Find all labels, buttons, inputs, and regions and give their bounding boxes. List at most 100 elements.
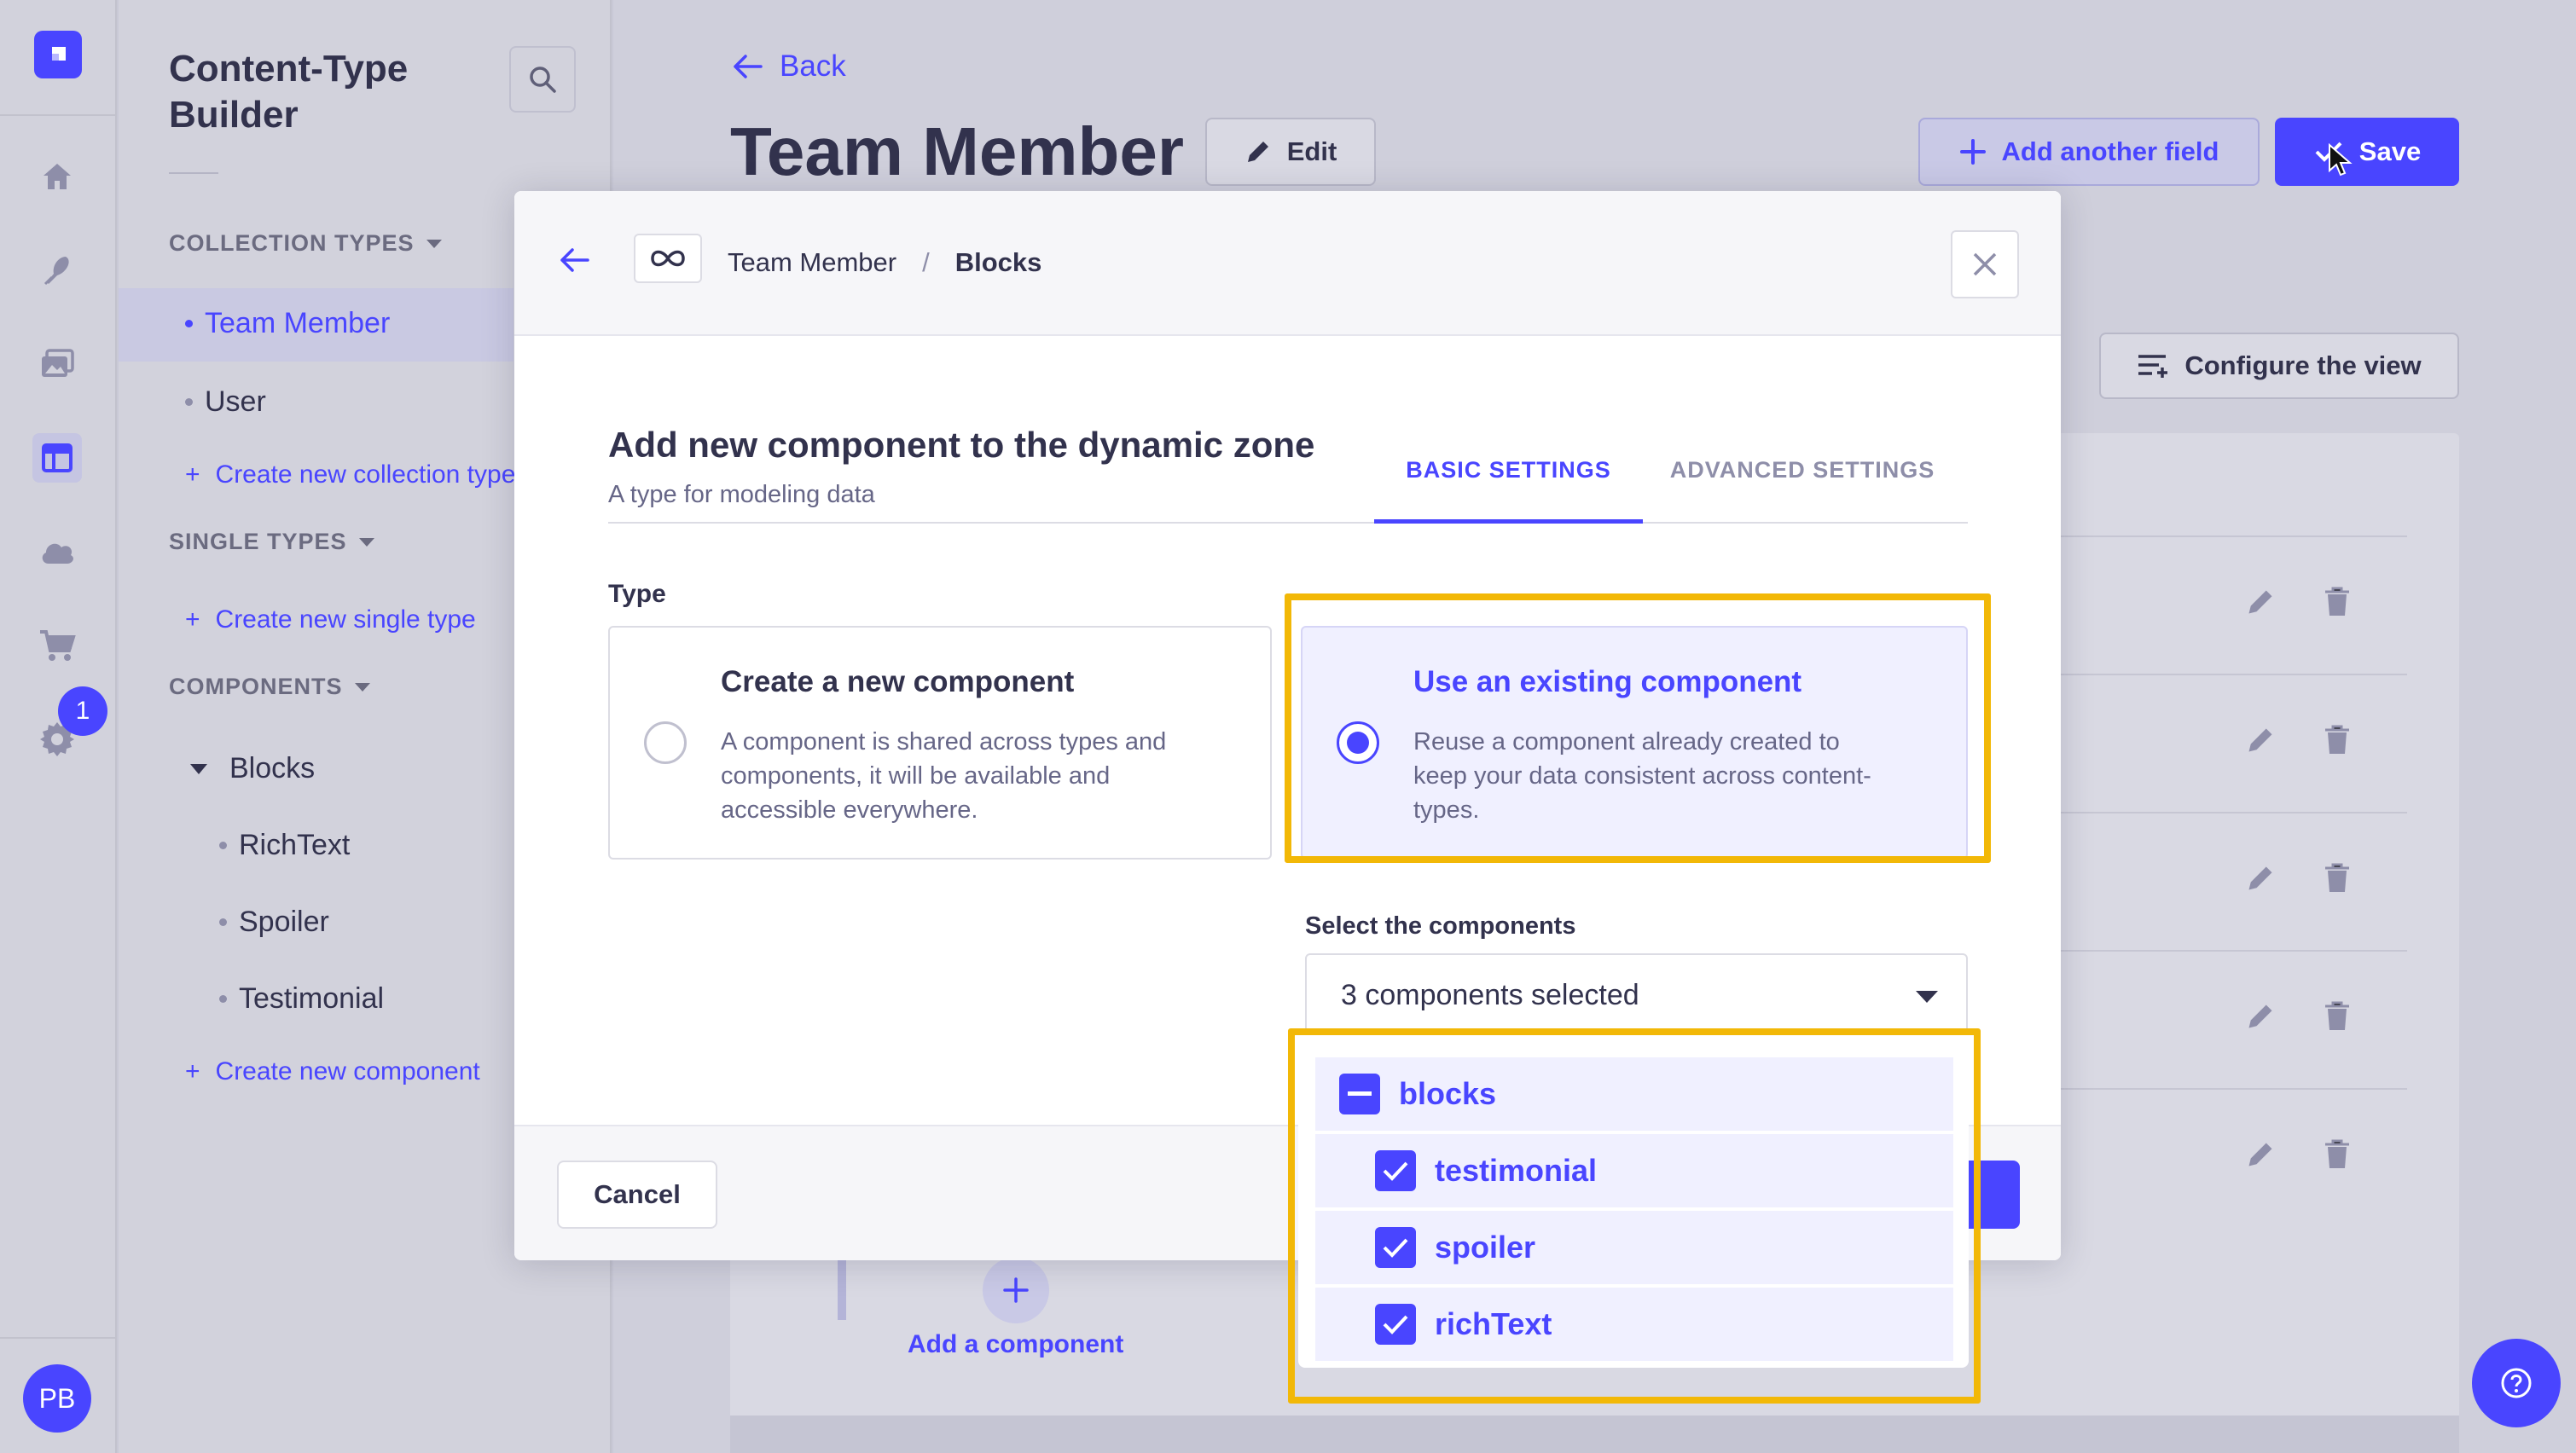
- rail-divider: [0, 114, 117, 116]
- highlight-existing-option: [1285, 593, 1991, 863]
- tab-advanced-settings[interactable]: ADVANCED SETTINGS: [1657, 457, 1947, 524]
- add-component-label[interactable]: Add a component: [908, 1330, 1123, 1359]
- user-avatar[interactable]: PB: [23, 1364, 91, 1433]
- sidebar-item-richtext[interactable]: RichText: [219, 829, 350, 862]
- edit-label: Edit: [1286, 136, 1337, 166]
- single-types-section[interactable]: SINGLE TYPES: [169, 529, 376, 555]
- cancel-button[interactable]: Cancel: [557, 1161, 717, 1229]
- content-type-builder-icon[interactable]: [32, 433, 82, 483]
- app-logo[interactable]: [34, 31, 82, 78]
- create-new-title: Create a new component: [721, 665, 1075, 698]
- caret-down-icon: [190, 763, 207, 774]
- add-component-circle[interactable]: [983, 1257, 1049, 1323]
- bullet-dot: [219, 842, 227, 849]
- arrow-left-icon: [734, 55, 763, 78]
- bullet-dot: [219, 918, 227, 926]
- collection-types-section[interactable]: COLLECTION TYPES: [169, 230, 444, 257]
- collection-types-label: COLLECTION TYPES: [169, 230, 415, 256]
- sidebar-search-button[interactable]: [509, 46, 576, 113]
- edit-row-icon[interactable]: [2245, 587, 2276, 617]
- sidebar-item-team-member[interactable]: Team Member: [185, 307, 390, 340]
- pencil-icon: [1247, 142, 1268, 162]
- sidebar-item-label: Team Member: [205, 307, 391, 339]
- modal-back-button[interactable]: [559, 247, 589, 273]
- edit-row-icon[interactable]: [2245, 863, 2276, 894]
- sidebar-item-testimonial[interactable]: Testimonial: [219, 982, 384, 1016]
- sidebar-item-label: Testimonial: [239, 982, 385, 1015]
- sidebar-title-line2: Builder: [169, 94, 299, 136]
- create-new-radio[interactable]: [644, 721, 687, 764]
- save-button[interactable]: Save: [2275, 118, 2459, 186]
- create-new-description: A component is shared across types and c…: [721, 725, 1166, 827]
- highlight-dropdown-list: [1288, 1028, 1981, 1404]
- bullet-dot: [185, 398, 193, 406]
- trash-icon[interactable]: [2324, 587, 2351, 617]
- create-collection-type-label: Create new collection type: [215, 460, 516, 489]
- select-components-label: Select the components: [1305, 912, 1576, 940]
- breadcrumb-separator: /: [922, 247, 930, 277]
- breadcrumb-parent: Team Member: [728, 247, 897, 277]
- tab-basic-label: BASIC SETTINGS: [1406, 457, 1611, 483]
- caret-down-icon: [358, 537, 374, 547]
- list-settings-icon: [2138, 355, 2168, 378]
- sidebar-item-user[interactable]: User: [185, 385, 266, 419]
- sidebar-item-label: User: [205, 385, 266, 418]
- caret-down-icon: [426, 239, 442, 248]
- tab-advanced-label: ADVANCED SETTINGS: [1669, 457, 1935, 483]
- configure-view-label: Configure the view: [2184, 350, 2422, 380]
- notification-badge: 1: [58, 686, 107, 736]
- create-component-link[interactable]: + Create new component: [185, 1057, 480, 1086]
- caret-down-icon: [1916, 991, 1938, 1003]
- trash-icon[interactable]: [2324, 863, 2351, 894]
- tab-basic-settings[interactable]: BASIC SETTINGS: [1374, 457, 1643, 524]
- sidebar-item-spoiler[interactable]: Spoiler: [219, 906, 329, 939]
- modal-breadcrumb: Team Member / Blocks: [728, 247, 1041, 278]
- sidebar-item-label: RichText: [239, 829, 351, 861]
- bullet-dot: [219, 995, 227, 1003]
- component-group-blocks[interactable]: Blocks: [189, 752, 315, 785]
- trash-icon[interactable]: [2324, 1139, 2351, 1170]
- trash-icon[interactable]: [2324, 725, 2351, 755]
- add-another-field-button[interactable]: Add another field: [1918, 118, 2260, 186]
- edit-row-icon[interactable]: [2245, 1139, 2276, 1170]
- cloud-icon[interactable]: [32, 527, 82, 576]
- content-manager-icon[interactable]: [32, 246, 82, 295]
- bullet-dot: [185, 320, 193, 327]
- caret-down-icon: [354, 682, 370, 692]
- close-icon: [1973, 252, 1997, 276]
- close-button[interactable]: [1951, 230, 2019, 298]
- components-section[interactable]: COMPONENTS: [169, 674, 372, 700]
- home-icon[interactable]: [32, 152, 82, 201]
- create-new-component-option[interactable]: Create a new component A component is sh…: [608, 626, 1272, 860]
- help-button[interactable]: [2472, 1339, 2561, 1427]
- create-component-label: Create new component: [215, 1057, 480, 1085]
- create-single-type-label: Create new single type: [215, 605, 476, 634]
- edit-row-icon[interactable]: [2245, 725, 2276, 755]
- modal-subtitle: A type for modeling data: [608, 481, 875, 508]
- dynamic-zone-infinity-icon: [634, 234, 702, 283]
- edit-button[interactable]: Edit: [1205, 118, 1376, 186]
- desc-line: accessible everywhere.: [721, 796, 978, 824]
- back-link[interactable]: Back: [732, 49, 846, 84]
- plus-icon: +: [185, 605, 200, 634]
- main-nav-rail: 1 PB: [0, 0, 117, 1453]
- edit-row-icon[interactable]: [2245, 1001, 2276, 1032]
- dynamic-zone-line: [838, 1252, 846, 1320]
- select-components-dropdown[interactable]: 3 components selected: [1305, 953, 1968, 1035]
- marketplace-cart-icon[interactable]: [32, 621, 82, 670]
- sidebar-item-label: Spoiler: [239, 906, 329, 938]
- back-label: Back: [780, 49, 846, 83]
- question-icon: [2501, 1368, 2532, 1398]
- table-footer-strip: [730, 1415, 2459, 1453]
- desc-line: A component is shared across types and: [721, 728, 1167, 755]
- create-single-type-link[interactable]: + Create new single type: [185, 605, 476, 634]
- add-another-field-label: Add another field: [2001, 136, 2219, 166]
- configure-view-button[interactable]: Configure the view: [2099, 333, 2459, 399]
- plus-icon: +: [185, 1057, 200, 1085]
- select-value: 3 components selected: [1341, 979, 1639, 1011]
- media-library-icon[interactable]: [32, 339, 82, 389]
- modal-title: Add new component to the dynamic zone: [608, 425, 1315, 465]
- create-collection-type-link[interactable]: + Create new collection type: [185, 460, 515, 489]
- trash-icon[interactable]: [2324, 1001, 2351, 1032]
- arrow-left-icon: [560, 248, 589, 272]
